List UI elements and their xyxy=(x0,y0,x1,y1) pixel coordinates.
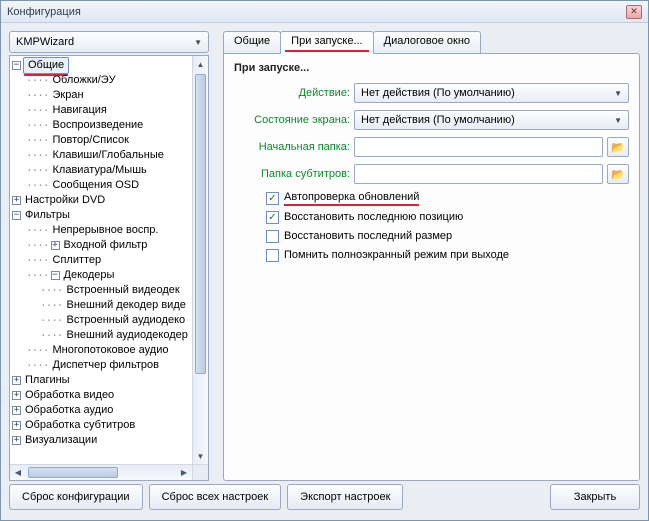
checkbox-remember-fs[interactable] xyxy=(266,249,279,262)
scroll-right-icon[interactable]: ▶ xyxy=(176,465,192,480)
tree-toggle[interactable]: + xyxy=(12,406,21,415)
close-button[interactable]: Закрыть xyxy=(550,484,640,510)
scroll-corner xyxy=(192,464,208,480)
tree-node[interactable]: Встроенный аудиодеко xyxy=(65,313,188,328)
tree-toggle[interactable]: + xyxy=(12,376,21,385)
folder-open-icon: 📂 xyxy=(611,168,625,181)
tree-node[interactable]: Сообщения OSD xyxy=(51,178,142,193)
browse-start-folder-button[interactable]: 📂 xyxy=(607,137,629,157)
chevron-down-icon: ▼ xyxy=(614,116,622,125)
tree-vscrollbar[interactable]: ▲ ▼ xyxy=(192,56,208,464)
tree-node[interactable]: Обработка субтитров xyxy=(23,418,137,433)
tree-node[interactable]: Обложки/ЭУ xyxy=(51,73,118,88)
section-title: При запуске... xyxy=(234,62,629,74)
tree-toggle[interactable]: + xyxy=(12,421,21,430)
tree-toggle[interactable]: − xyxy=(12,61,21,70)
tree-node[interactable]: Внешний аудиодекодер xyxy=(65,328,190,343)
tree-node[interactable]: Клавиши/Глобальные xyxy=(51,148,166,163)
tree-node[interactable]: Входной фильтр xyxy=(62,238,150,253)
tree-node[interactable]: Внешний декодер виде xyxy=(65,298,188,313)
tree-node[interactable]: Настройки DVD xyxy=(23,193,107,208)
checkbox-auto-update[interactable] xyxy=(266,192,279,205)
window-close-button[interactable]: ✕ xyxy=(626,5,642,19)
tree-node[interactable]: Сплиттер xyxy=(51,253,104,268)
config-window: { "window": { "title": "Конфигурация" },… xyxy=(0,0,649,521)
select-screen-state[interactable]: Нет действия (По умолчанию)▼ xyxy=(354,110,629,130)
tree-toggle[interactable]: + xyxy=(12,391,21,400)
tree-node[interactable]: Плагины xyxy=(23,373,72,388)
input-start-folder[interactable] xyxy=(354,137,603,157)
tree-node[interactable]: Декодеры xyxy=(62,268,117,283)
checkbox-label: Автопроверка обновлений xyxy=(284,191,419,206)
scroll-left-icon[interactable]: ◀ xyxy=(10,465,26,480)
tab-general[interactable]: Общие xyxy=(223,31,281,53)
tree-toggle[interactable]: + xyxy=(51,241,60,250)
browse-subs-folder-button[interactable]: 📂 xyxy=(607,164,629,184)
tree-toggle[interactable]: + xyxy=(12,436,21,445)
checkbox-label: Помнить полноэкранный режим при выходе xyxy=(284,249,509,261)
tree-hscrollbar[interactable]: ◀ ▶ xyxy=(10,464,192,480)
tab-dialog[interactable]: Диалоговое окно xyxy=(373,31,481,53)
preset-combo-value: KMPWizard xyxy=(16,36,74,48)
tree-node-general[interactable]: Общие xyxy=(23,57,69,74)
checkbox-restore-size[interactable] xyxy=(266,230,279,243)
reset-all-button[interactable]: Сброс всех настроек xyxy=(149,484,282,510)
select-action[interactable]: Нет действия (По умолчанию)▼ xyxy=(354,83,629,103)
tree-viewport[interactable]: −Общие Обложки/ЭУ Экран Навигация Воспро… xyxy=(10,56,192,464)
tree-toggle[interactable]: + xyxy=(12,196,21,205)
reset-config-button[interactable]: Сброс конфигурации xyxy=(9,484,143,510)
preset-combo[interactable]: KMPWizard ▼ xyxy=(9,31,209,53)
tree-node[interactable]: Фильтры xyxy=(23,208,72,223)
label-screen-state: Состояние экрана: xyxy=(234,114,354,126)
tab-startup[interactable]: При запуске... xyxy=(280,31,373,54)
scroll-thumb[interactable] xyxy=(28,467,118,478)
scroll-down-icon[interactable]: ▼ xyxy=(193,448,208,464)
label-subs-folder: Папка субтитров: xyxy=(234,168,354,180)
checkbox-label: Восстановить последний размер xyxy=(284,230,452,242)
tree-node[interactable]: Многопотоковое аудио xyxy=(51,343,171,358)
window-body: KMPWizard ▼ Общие При запуске... Диалого… xyxy=(1,23,648,520)
input-subs-folder[interactable] xyxy=(354,164,603,184)
scroll-thumb[interactable] xyxy=(195,74,206,374)
tree-node[interactable]: Обработка видео xyxy=(23,388,116,403)
window-title: Конфигурация xyxy=(7,6,81,18)
tree-node[interactable]: Диспетчер фильтров xyxy=(51,358,161,373)
tree-toggle[interactable]: − xyxy=(12,211,21,220)
tree-node[interactable]: Навигация xyxy=(51,103,109,118)
tree-node[interactable]: Обработка аудио xyxy=(23,403,115,418)
checkbox-label: Восстановить последнюю позицию xyxy=(284,211,463,223)
tree-node[interactable]: Повтор/Список xyxy=(51,133,131,148)
tree-node[interactable]: Визуализации xyxy=(23,433,99,448)
label-action: Действие: xyxy=(234,87,354,99)
bottom-buttons: Сброс конфигурации Сброс всех настроек Э… xyxy=(9,484,640,512)
tree-node[interactable]: Экран xyxy=(51,88,86,103)
label-start-folder: Начальная папка: xyxy=(234,141,354,153)
tree-node[interactable]: Встроенный видеодек xyxy=(65,283,182,298)
chevron-down-icon: ▼ xyxy=(194,38,202,47)
tree-node[interactable]: Непрерывное воспр. xyxy=(51,223,161,238)
titlebar: Конфигурация ✕ xyxy=(1,1,648,23)
content-panel: При запуске... Действие: Нет действия (П… xyxy=(223,53,640,481)
tabs: Общие При запуске... Диалоговое окно xyxy=(223,31,480,53)
chevron-down-icon: ▼ xyxy=(614,89,622,98)
tree-node[interactable]: Воспроизведение xyxy=(51,118,146,133)
export-button[interactable]: Экспорт настроек xyxy=(287,484,403,510)
scroll-up-icon[interactable]: ▲ xyxy=(193,56,208,72)
tree-panel: −Общие Обложки/ЭУ Экран Навигация Воспро… xyxy=(9,55,209,481)
checkbox-restore-pos[interactable] xyxy=(266,211,279,224)
folder-open-icon: 📂 xyxy=(611,141,625,154)
tree-node[interactable]: Клавиатура/Мышь xyxy=(51,163,149,178)
tree-toggle[interactable]: − xyxy=(51,271,60,280)
